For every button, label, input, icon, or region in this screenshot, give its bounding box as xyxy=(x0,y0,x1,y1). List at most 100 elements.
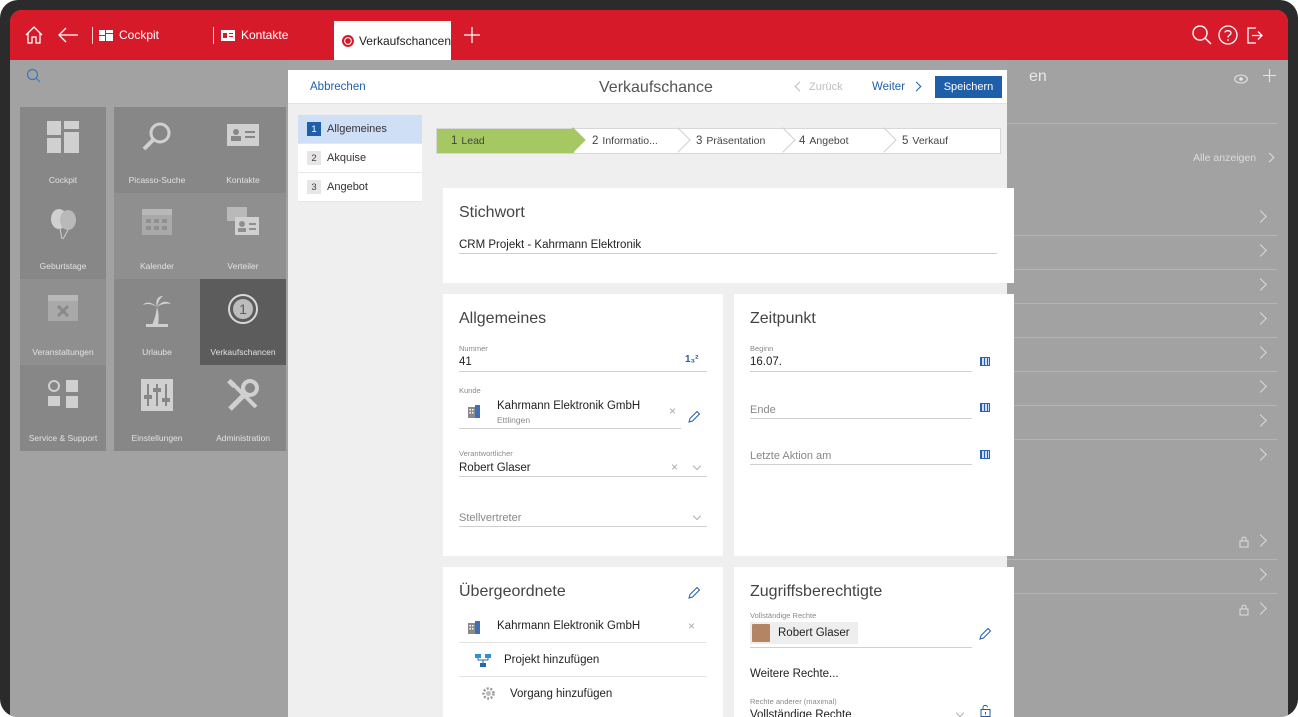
tab-verkaufschancen[interactable]: Verkaufschancen xyxy=(334,21,451,60)
phase-angebot[interactable]: 4 Angebot xyxy=(799,129,849,153)
nummer-field[interactable]: 41 xyxy=(459,356,472,368)
field-label: Verantwortlicher xyxy=(459,449,513,458)
section-nav-item-allgemeines[interactable]: 1 Allgemeines xyxy=(298,115,422,144)
tile-administration[interactable]: Administration xyxy=(200,365,286,451)
home-icon[interactable] xyxy=(22,23,46,47)
list-row[interactable] xyxy=(1007,560,1277,594)
tile-geburtstage[interactable]: Geburtstage xyxy=(20,193,106,279)
card-title: Übergeordnete xyxy=(459,583,566,600)
tile-cockpit[interactable]: Cockpit xyxy=(20,107,106,193)
more-rights-link[interactable]: Weitere Rechte... xyxy=(750,668,839,680)
responsible-field[interactable]: Robert Glaser xyxy=(459,462,531,474)
tile-kalender[interactable]: Kalender xyxy=(114,193,200,279)
add-project-link[interactable]: Projekt hinzufügen xyxy=(504,654,599,666)
others-rights-select[interactable]: Vollständige Rechte xyxy=(750,709,852,717)
list-row[interactable] xyxy=(1007,304,1277,338)
start-date-field[interactable]: 16.07. xyxy=(750,356,782,368)
clear-customer-icon[interactable]: × xyxy=(669,404,676,418)
card-title: Allgemeines xyxy=(459,310,547,327)
phase-number: 3 xyxy=(696,135,703,147)
phase-praesentation[interactable]: 3 Präsentation xyxy=(696,129,765,153)
customer-name[interactable]: Kahrmann Elektronik GmbH xyxy=(497,400,640,412)
save-button[interactable]: Speichern xyxy=(935,76,1002,98)
edit-pencil-icon[interactable] xyxy=(687,410,701,424)
calendar-icon xyxy=(114,207,200,235)
input-underline xyxy=(459,526,707,527)
section-nav-item-angebot[interactable]: 3 Angebot xyxy=(298,173,422,202)
tile-label: Verkaufschancen xyxy=(210,347,276,357)
calendar-icon[interactable] xyxy=(980,450,990,459)
field-label: Nummer xyxy=(459,344,488,353)
search-icon[interactable] xyxy=(26,68,42,89)
tile-verteiler[interactable]: Verteiler xyxy=(200,193,286,279)
chevron-down-icon[interactable] xyxy=(692,461,702,471)
end-date-field[interactable]: Ende xyxy=(750,404,776,416)
back-arrow-icon[interactable] xyxy=(56,23,80,47)
tile-label: Einstellungen xyxy=(131,433,183,443)
chevron-down-icon[interactable] xyxy=(692,511,702,521)
chevron-right-icon xyxy=(1254,244,1267,257)
tile-label: Administration xyxy=(216,433,270,443)
next-button[interactable]: Weiter xyxy=(872,81,922,93)
add-process-link[interactable]: Vorgang hinzufügen xyxy=(510,688,612,700)
field-label: Rechte anderer (maximal) xyxy=(750,697,837,706)
list-row[interactable] xyxy=(1007,338,1277,372)
help-icon[interactable] xyxy=(1216,23,1240,47)
list-row[interactable] xyxy=(1007,406,1277,440)
list-row[interactable] xyxy=(1007,440,1277,474)
cancel-button[interactable]: Abbrechen xyxy=(310,81,366,93)
auto-number-icon[interactable]: 1₃² xyxy=(685,354,699,365)
list-row[interactable] xyxy=(1007,594,1277,628)
input-underline xyxy=(459,476,707,477)
tile-label: Veranstaltungen xyxy=(32,347,94,357)
phase-separator xyxy=(770,127,796,153)
tile-urlaube[interactable]: Urlaube xyxy=(114,279,200,365)
section-nav-item-akquise[interactable]: 2 Akquise xyxy=(298,144,422,173)
stichwort-input[interactable]: CRM Projekt - Kahrmann Elektronik xyxy=(459,239,641,251)
tile-service-support[interactable]: Service & Support xyxy=(20,365,106,451)
tile-kontakte[interactable]: Kontakte xyxy=(200,107,286,193)
tile-verkaufschancen[interactable]: 1 Verkaufschancen xyxy=(200,279,286,365)
add-tab-icon[interactable] xyxy=(460,23,484,47)
gear-icon xyxy=(482,687,495,700)
search-icon[interactable] xyxy=(1190,23,1214,47)
list-row[interactable] xyxy=(1007,526,1277,560)
clear-responsible-icon[interactable]: × xyxy=(671,460,678,474)
back-button[interactable]: Zurück xyxy=(794,81,843,93)
opportunity-dialog: Abbrechen Verkaufschance Zurück Weiter S… xyxy=(288,70,1014,717)
chevron-right-icon xyxy=(1254,278,1267,291)
tab-cockpit[interactable]: Cockpit xyxy=(99,25,159,45)
list-row[interactable] xyxy=(1007,372,1277,406)
list-row[interactable] xyxy=(1007,202,1277,236)
chevron-down-icon[interactable] xyxy=(955,708,965,717)
logout-icon[interactable] xyxy=(1242,23,1266,47)
last-action-date-field[interactable]: Letzte Aktion am xyxy=(750,450,831,462)
tab-kontakte[interactable]: Kontakte xyxy=(221,25,288,45)
tile-veranstaltungen[interactable]: Veranstaltungen xyxy=(20,279,106,365)
phase-lead[interactable]: 1 Lead xyxy=(451,129,485,153)
tile-picasso-suche[interactable]: Picasso-Suche xyxy=(114,107,200,193)
chevron-right-icon xyxy=(1254,312,1267,325)
phase-information[interactable]: 2 Informatio... xyxy=(592,129,658,153)
tile-label: Geburtstage xyxy=(39,261,87,271)
list-row[interactable] xyxy=(1007,270,1277,304)
list-row[interactable] xyxy=(1007,236,1277,270)
show-all-link[interactable]: Alle anzeigen xyxy=(1193,152,1275,164)
dialog-title: Verkaufschance xyxy=(599,79,713,96)
phase-verkauf[interactable]: 5 Verkauf xyxy=(902,129,948,153)
deputy-field[interactable]: Stellvertreter xyxy=(459,512,521,524)
input-underline xyxy=(750,647,972,648)
separator xyxy=(213,27,214,44)
edit-pencil-icon[interactable] xyxy=(978,627,992,641)
remove-parent-icon[interactable]: × xyxy=(688,619,695,633)
calendar-icon[interactable] xyxy=(980,403,990,412)
tile-einstellungen[interactable]: Einstellungen xyxy=(114,365,200,451)
person-chip[interactable]: Robert Glaser xyxy=(750,622,858,644)
add-icon[interactable] xyxy=(1262,68,1277,88)
tile-label: Picasso-Suche xyxy=(128,175,186,185)
calendar-icon[interactable] xyxy=(980,357,990,366)
unlock-icon[interactable] xyxy=(980,704,991,717)
edit-pencil-icon[interactable] xyxy=(687,586,701,600)
eye-icon[interactable] xyxy=(1234,71,1248,89)
parent-company[interactable]: Kahrmann Elektronik GmbH xyxy=(497,620,640,632)
